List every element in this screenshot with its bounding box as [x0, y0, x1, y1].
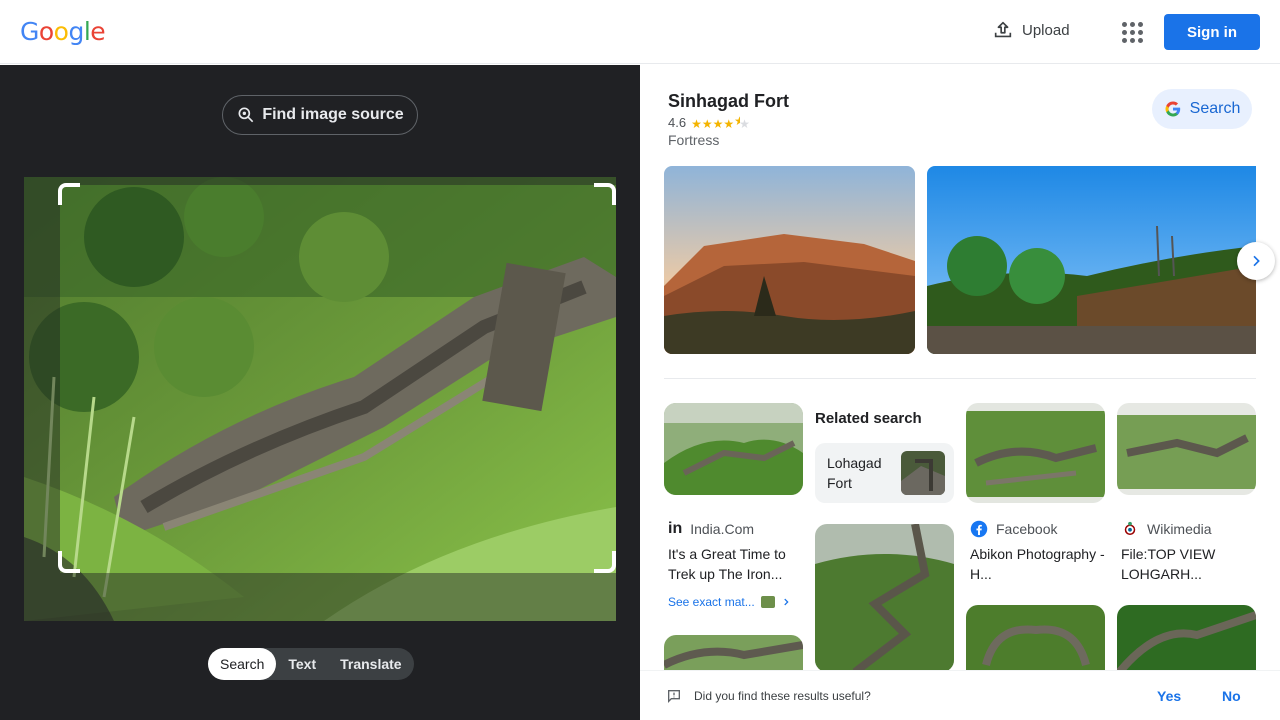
logo-letter: o [38, 17, 54, 46]
section-divider [664, 378, 1256, 379]
crop-handle-bottom-left[interactable] [58, 551, 80, 573]
related-search-heading: Related search [815, 410, 922, 427]
entity-rating: 4.6 ★★★★★★ [668, 114, 750, 131]
upload-button[interactable]: Upload [992, 19, 1070, 41]
carousel-next-button[interactable] [1237, 242, 1275, 280]
result-thumbnail[interactable] [815, 524, 954, 672]
rating-value: 4.6 [668, 115, 687, 130]
related-chip-thumbnail [901, 451, 945, 495]
find-image-source-button[interactable]: Find image source [222, 95, 418, 135]
result-thumbnail[interactable] [664, 403, 803, 495]
source-name: Wikimedia [1147, 521, 1212, 537]
crop-mask-left [24, 185, 60, 573]
upload-icon [994, 21, 1012, 38]
mode-translate-tab[interactable]: Translate [328, 648, 413, 680]
facebook-icon [970, 520, 988, 538]
result-source[interactable]: Wikimedia [1121, 520, 1212, 538]
result-thumbnail[interactable] [966, 403, 1105, 503]
find-image-source-label: Find image source [262, 106, 404, 123]
results-panel: Sinhagad Fort 4.6 ★★★★★★ Fortress Search [640, 65, 1280, 720]
feedback-bar: Did you find these results useful? Yes N… [640, 670, 1280, 720]
result-title[interactable]: File:TOP VIEW LOHGARH... [1121, 544, 1257, 584]
india-com-icon: in [668, 520, 683, 537]
logo-letter: G [20, 17, 39, 46]
star-rating-icon: ★★★★★★ [691, 114, 750, 131]
feedback-question: Did you find these results useful? [694, 689, 871, 703]
see-exact-matches-link[interactable]: See exact mat... [668, 595, 791, 609]
crop-mask-top [24, 177, 616, 185]
entity-title[interactable]: Sinhagad Fort [668, 91, 789, 112]
feedback-no-button[interactable]: No [1222, 688, 1241, 704]
image-preview-panel: Find image source Search Text Translate [0, 65, 640, 720]
sign-in-button[interactable]: Sign in [1164, 14, 1260, 50]
query-image[interactable] [24, 177, 616, 621]
source-name: India.Com [690, 521, 755, 537]
chevron-right-icon [1253, 255, 1260, 267]
result-source[interactable]: Facebook [970, 520, 1057, 538]
wikimedia-icon [1124, 521, 1136, 535]
result-title[interactable]: Abikon Photography - H... [970, 544, 1106, 584]
related-search-chip[interactable]: Lohagad Fort [815, 443, 954, 503]
crop-handle-top-left[interactable] [58, 183, 80, 205]
result-source[interactable]: in India.Com [668, 520, 754, 538]
source-name: Facebook [996, 521, 1058, 537]
logo-letter: e [90, 17, 106, 46]
mode-search-tab[interactable]: Search [208, 648, 277, 680]
fort-photo [24, 177, 616, 621]
google-logo[interactable]: Google [20, 17, 106, 46]
google-search-label: Search [1189, 100, 1241, 117]
logo-letter: o [53, 17, 69, 46]
lens-search-icon [238, 107, 254, 123]
related-chip-label: Lohagad Fort [827, 455, 882, 491]
feedback-icon [668, 690, 680, 703]
result-title[interactable]: It's a Great Time to Trek up The Iron... [668, 544, 804, 584]
google-g-icon [1165, 101, 1180, 117]
apps-grid-icon[interactable] [1120, 20, 1144, 44]
crop-handle-top-right[interactable] [594, 183, 616, 205]
result-thumbnail[interactable] [1117, 403, 1256, 495]
chevron-right-icon [784, 598, 789, 606]
feedback-yes-button[interactable]: Yes [1157, 688, 1181, 704]
logo-letter: g [68, 17, 84, 46]
hero-image-1[interactable] [664, 166, 915, 354]
mode-switcher: Search Text Translate [208, 648, 414, 680]
upload-label: Upload [1022, 21, 1070, 39]
entity-type: Fortress [668, 132, 720, 148]
hero-image-2[interactable] [927, 166, 1256, 354]
crop-handle-bottom-right[interactable] [594, 551, 616, 573]
crop-mask-bottom [24, 573, 616, 621]
top-bar: Google Upload Sign in [0, 0, 1280, 64]
google-search-button[interactable]: Search [1152, 89, 1252, 129]
exact-thumb-icon [760, 596, 775, 608]
see-exact-label: See exact mat... [668, 595, 755, 609]
mode-text-tab[interactable]: Text [276, 648, 328, 680]
